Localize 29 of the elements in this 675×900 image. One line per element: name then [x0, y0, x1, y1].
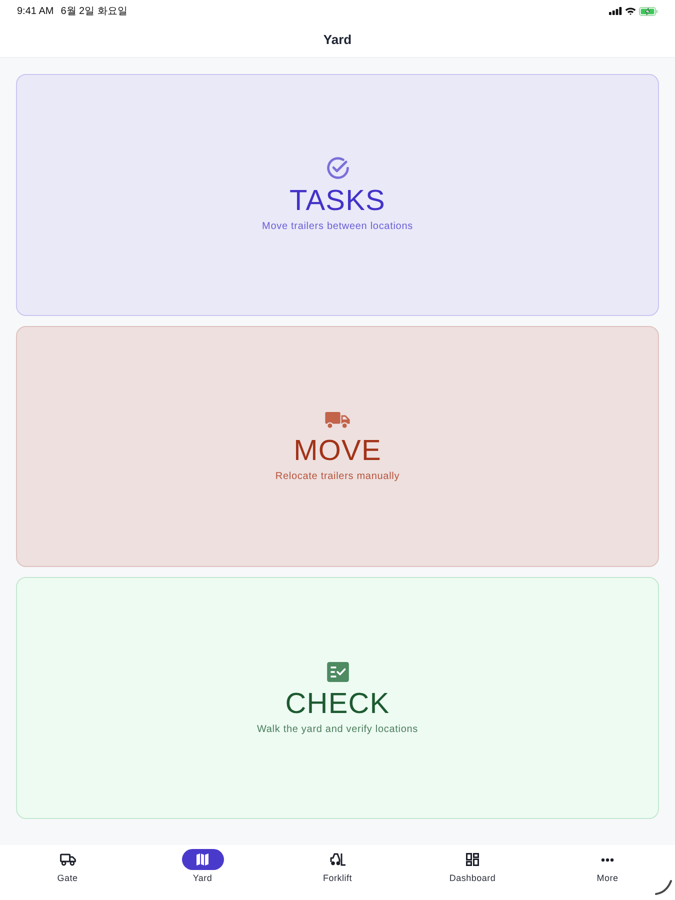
truck-icon	[60, 853, 76, 866]
check-circle-icon	[326, 157, 348, 180]
corner-arc-icon	[655, 880, 672, 895]
card-subtitle: Relocate trailers manually	[275, 470, 400, 482]
mode-card[interactable]: MOVE Relocate trailers manually	[16, 326, 659, 568]
mode-card[interactable]: TASKS Move trailers between locations	[16, 74, 659, 316]
tab-bar-item[interactable]: Yard	[135, 845, 270, 900]
truck-icon	[325, 412, 350, 428]
card-title: MOVE	[294, 434, 382, 466]
tab-bar-item[interactable]: More	[540, 845, 675, 900]
forklift-icon	[330, 853, 346, 866]
card-subtitle: Move trailers between locations	[262, 221, 413, 232]
card-title: CHECK	[285, 688, 390, 720]
card-subtitle: Walk the yard and verify locations	[256, 724, 418, 735]
status-date: 6월 2일 화요일	[60, 5, 128, 18]
mode-card[interactable]: CHECK Walk the yard and verify locations	[16, 577, 659, 820]
tab-bar-item[interactable]: Dashboard	[405, 845, 540, 900]
battery-charging-icon	[639, 6, 658, 16]
checklist-icon	[326, 662, 348, 682]
page-title: Yard	[323, 32, 352, 47]
map-icon	[182, 849, 224, 870]
status-time: 9:41 AM	[17, 6, 54, 16]
more-icon	[601, 858, 614, 862]
card-title: TASKS	[290, 185, 386, 218]
wifi-icon	[625, 7, 636, 15]
tab-bar-item[interactable]: Gate	[0, 845, 135, 900]
dashboard-grid-icon	[466, 853, 479, 866]
tab-bar-item[interactable]: Forklift	[270, 845, 405, 900]
cellular-signal-icon	[609, 7, 622, 15]
